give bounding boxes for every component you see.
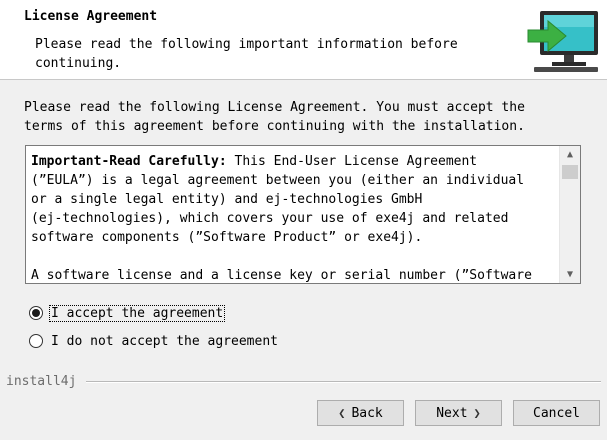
license-text-area[interactable]: Important-Read Carefully: This End-User …: [25, 145, 581, 284]
decline-option[interactable]: I do not accept the agreement: [29, 331, 278, 351]
wizard-header: License Agreement Please read the follow…: [0, 0, 607, 80]
chevron-left-icon: ❮: [338, 406, 346, 420]
page-subtitle: Please read the following important info…: [35, 37, 458, 71]
license-paragraph-2: A software license and a license key or …: [31, 268, 532, 283]
back-button[interactable]: ❮ Back: [317, 400, 404, 426]
scrollbar-thumb[interactable]: [562, 165, 578, 179]
page-title: License Agreement: [24, 9, 158, 24]
scroll-up-icon[interactable]: ▲: [560, 146, 580, 163]
cancel-button[interactable]: Cancel: [513, 400, 600, 426]
chevron-right-icon: ❯: [473, 406, 481, 420]
footer-separator: [86, 381, 601, 383]
accept-option[interactable]: I accept the agreement: [29, 303, 226, 323]
next-button[interactable]: Next ❯: [415, 400, 502, 426]
accept-radio[interactable]: [29, 306, 43, 320]
computer-install-icon: [527, 11, 598, 72]
next-button-label: Next: [436, 405, 468, 421]
decline-radio[interactable]: [29, 334, 43, 348]
license-heading: Important-Read Carefully:: [31, 154, 227, 169]
back-button-label: Back: [351, 405, 383, 421]
accept-label[interactable]: I accept the agreement: [49, 304, 226, 322]
decline-label[interactable]: I do not accept the agreement: [51, 334, 278, 349]
license-content: Important-Read Carefully: This End-User …: [31, 152, 556, 283]
scroll-down-icon[interactable]: ▼: [560, 266, 580, 283]
cancel-button-label: Cancel: [533, 405, 580, 421]
brand-label: install4j: [6, 374, 77, 389]
intro-text: Please read the following License Agreem…: [24, 100, 525, 134]
radio-selected-dot: [32, 309, 40, 317]
vertical-scrollbar[interactable]: ▲ ▼: [559, 146, 580, 283]
